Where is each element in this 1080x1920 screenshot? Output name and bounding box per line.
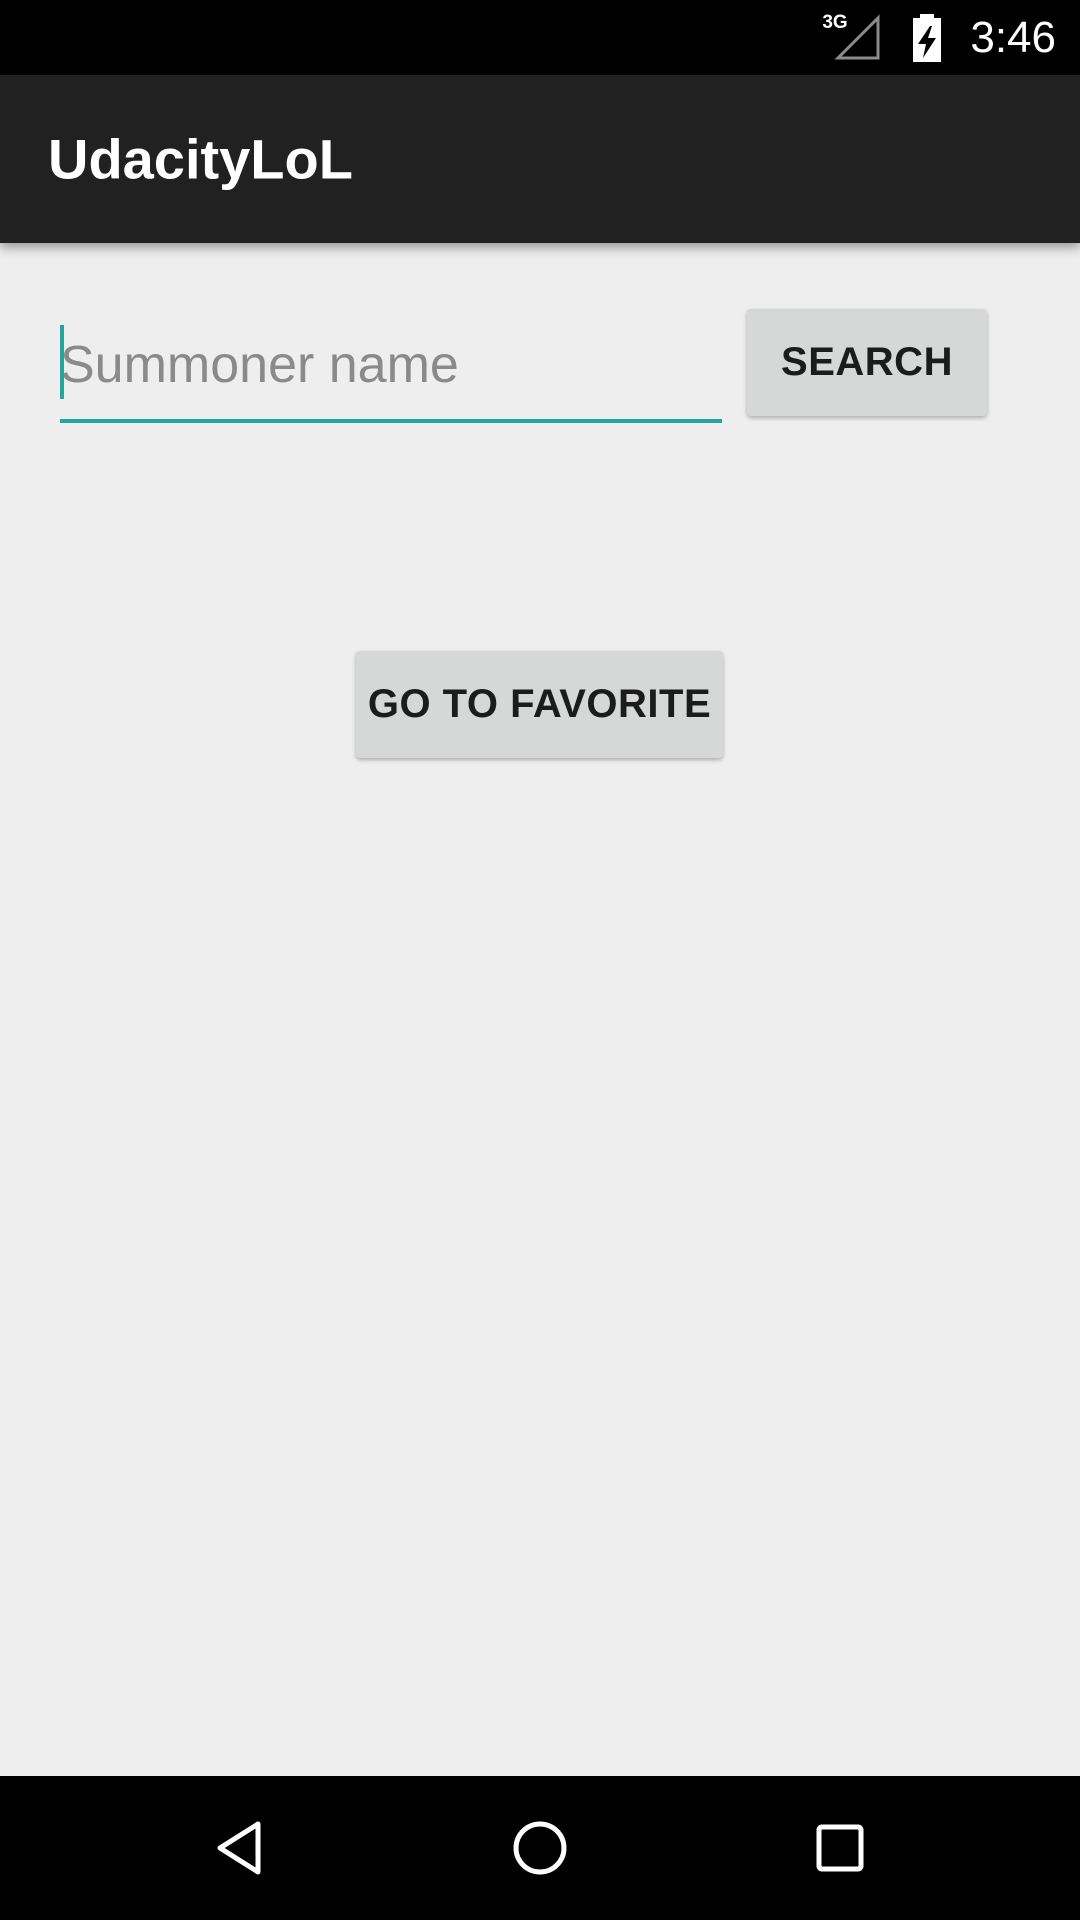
status-icons: 3G 3:46: [822, 0, 1056, 75]
home-icon[interactable]: [504, 1812, 576, 1884]
signal-icon: 3G: [822, 12, 882, 62]
input-underline: [60, 419, 722, 423]
screen: 3G 3:46 UdacityLoL SEARCH GO TO FA: [0, 0, 1080, 1920]
navigation-bar: [0, 1776, 1080, 1920]
network-type-label: 3G: [822, 11, 848, 33]
summoner-name-input[interactable]: [60, 305, 722, 419]
status-time: 3:46: [970, 12, 1056, 62]
app-title: UdacityLoL: [48, 127, 353, 191]
summoner-search-field[interactable]: [60, 305, 722, 423]
go-to-favorite-button[interactable]: GO TO FAVORITE: [356, 651, 723, 758]
back-icon[interactable]: [204, 1812, 276, 1884]
recents-icon[interactable]: [804, 1812, 876, 1884]
app-bar: UdacityLoL: [0, 75, 1080, 243]
text-cursor: [60, 325, 64, 399]
battery-charging-icon: [904, 13, 950, 62]
status-bar: 3G 3:46: [0, 0, 1080, 75]
search-button[interactable]: SEARCH: [747, 309, 987, 416]
